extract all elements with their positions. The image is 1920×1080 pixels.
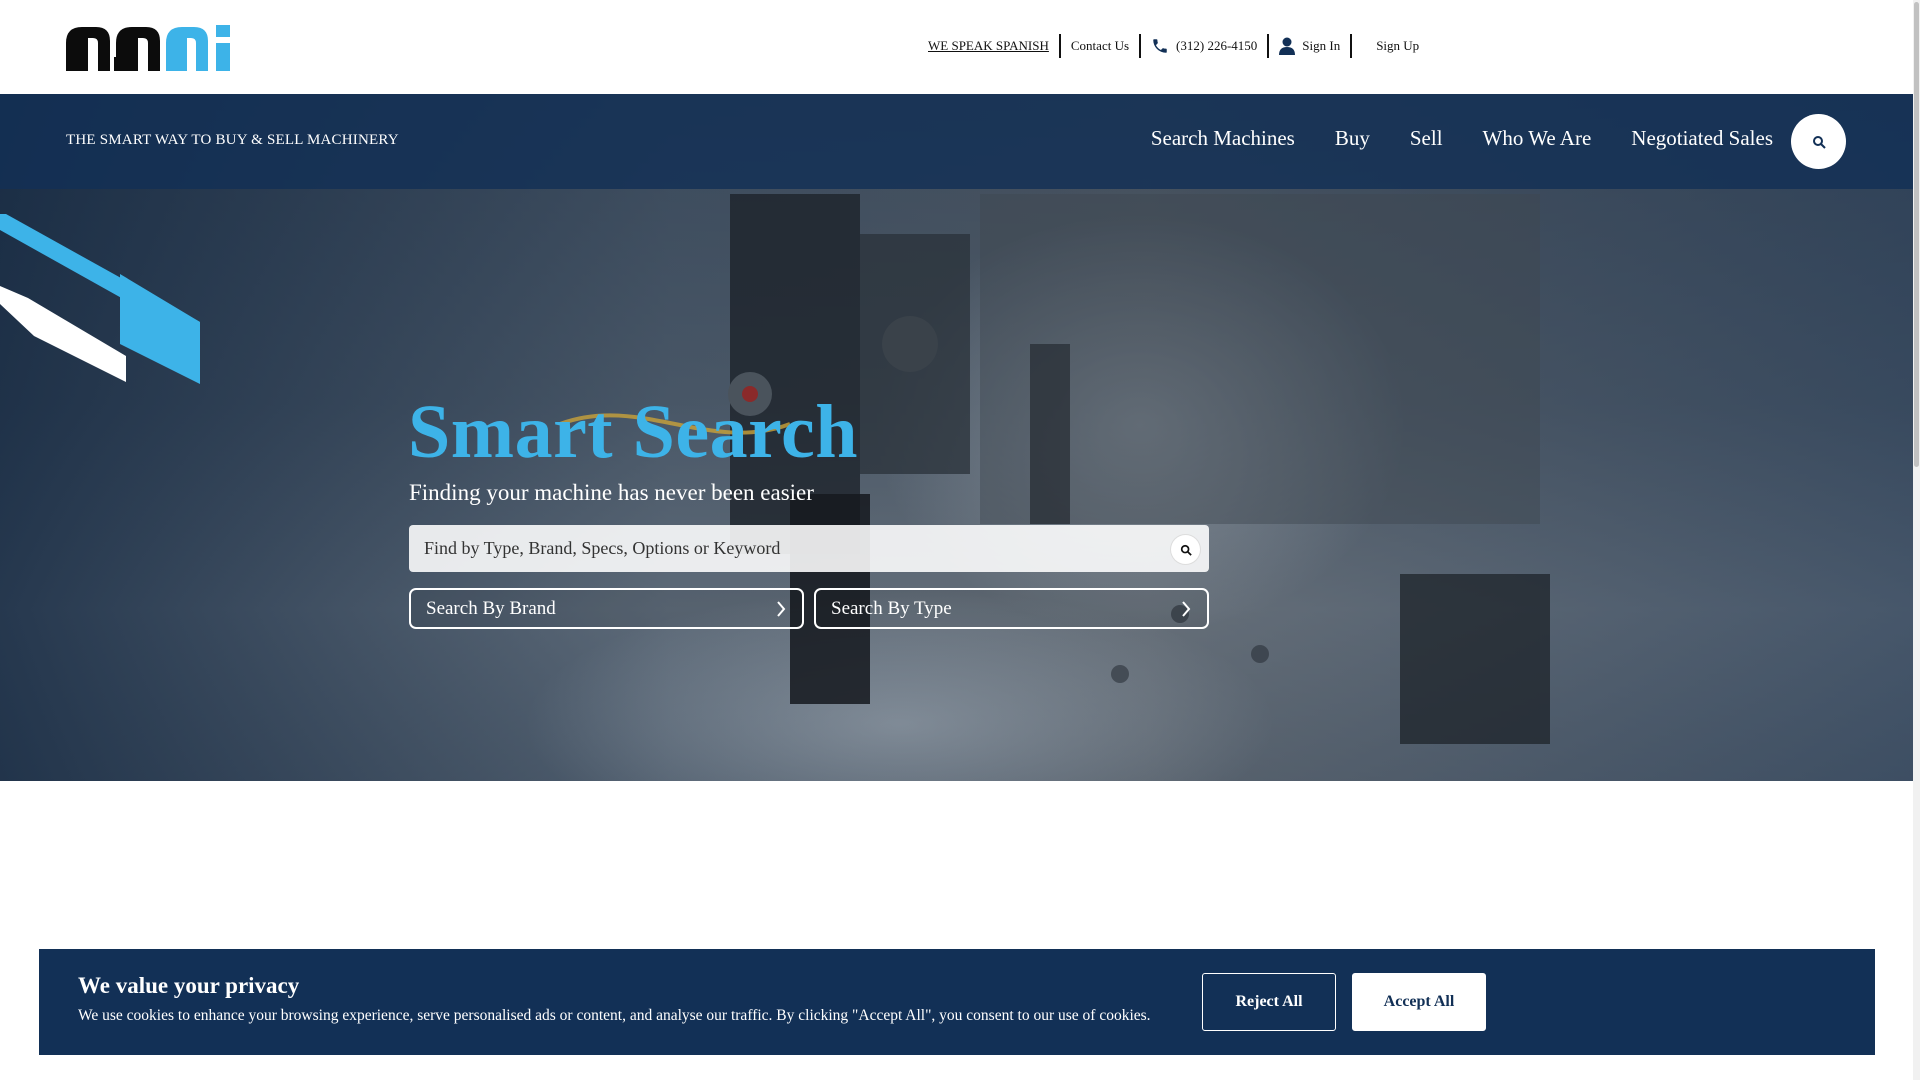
user-icon <box>1279 37 1296 55</box>
nav-negotiated-sales[interactable]: Negotiated Sales <box>1631 126 1773 151</box>
search-by-type-label: Search By Type <box>831 597 952 619</box>
utility-links: WE SPEAK SPANISH Contact Us (312) 226-41… <box>920 34 1429 58</box>
sign-in-link[interactable]: Sign In <box>1269 34 1350 58</box>
sign-in-label: Sign In <box>1302 38 1341 53</box>
search-by-type-button[interactable]: Search By Type <box>814 588 1209 629</box>
contact-us-link[interactable]: Contact Us <box>1061 34 1139 58</box>
search-icon <box>1812 135 1826 149</box>
phone-number: (312) 226-4150 <box>1176 38 1258 53</box>
search-by-brand-label: Search By Brand <box>426 597 556 619</box>
search-by-brand-button[interactable]: Search By Brand <box>409 588 804 629</box>
search-icon <box>1180 544 1192 556</box>
scrollbar-thumb[interactable] <box>1914 2 1919 467</box>
mmi-logo[interactable] <box>66 23 238 71</box>
smart-search-submit-button[interactable] <box>1171 535 1200 564</box>
reject-all-button[interactable]: Reject All <box>1202 973 1336 1031</box>
hero-title-word-1: Smart <box>408 390 614 474</box>
cookie-consent-banner: We value your privacy We use cookies to … <box>39 949 1875 1055</box>
phone-link[interactable]: (312) 226-4150 <box>1141 34 1267 58</box>
top-bar: WE SPEAK SPANISH Contact Us (312) 226-41… <box>0 0 1913 94</box>
phone-icon <box>1153 39 1167 53</box>
chevron-right-icon <box>1182 601 1191 617</box>
tagline: THE SMART WAY TO BUY & SELL MACHINERY <box>66 132 399 148</box>
nav-search-machines[interactable]: Search Machines <box>1151 126 1295 151</box>
hero-title: Smart Search <box>408 394 858 470</box>
machine-background-image <box>560 194 1550 744</box>
chevron-right-icon <box>777 601 786 617</box>
smart-search-box <box>409 525 1209 572</box>
page-scrollbar[interactable] <box>1913 0 1920 1080</box>
smart-search-input[interactable] <box>409 525 1149 572</box>
accept-all-button[interactable]: Accept All <box>1352 973 1486 1031</box>
hero-section: THE SMART WAY TO BUY & SELL MACHINERY Se… <box>0 94 1913 781</box>
hero-title-word-2: Search <box>632 390 858 474</box>
hero-subtitle: Finding your machine has never been easi… <box>409 480 814 505</box>
we-speak-spanish-link[interactable]: WE SPEAK SPANISH <box>920 34 1059 58</box>
decorative-stripes <box>0 214 200 384</box>
main-nav: Search Machines Buy Sell Who We Are Nego… <box>1151 126 1773 151</box>
main-navigation-bar: THE SMART WAY TO BUY & SELL MACHINERY Se… <box>0 94 1913 189</box>
nav-search-button[interactable] <box>1791 114 1846 169</box>
cookie-text: We use cookies to enhance your browsing … <box>78 1007 1151 1024</box>
nav-who-we-are[interactable]: Who We Are <box>1483 126 1592 151</box>
nav-buy[interactable]: Buy <box>1335 126 1370 151</box>
sign-up-link[interactable]: Sign Up <box>1352 34 1429 58</box>
cookie-title: We value your privacy <box>78 973 300 998</box>
nav-sell[interactable]: Sell <box>1410 126 1443 151</box>
